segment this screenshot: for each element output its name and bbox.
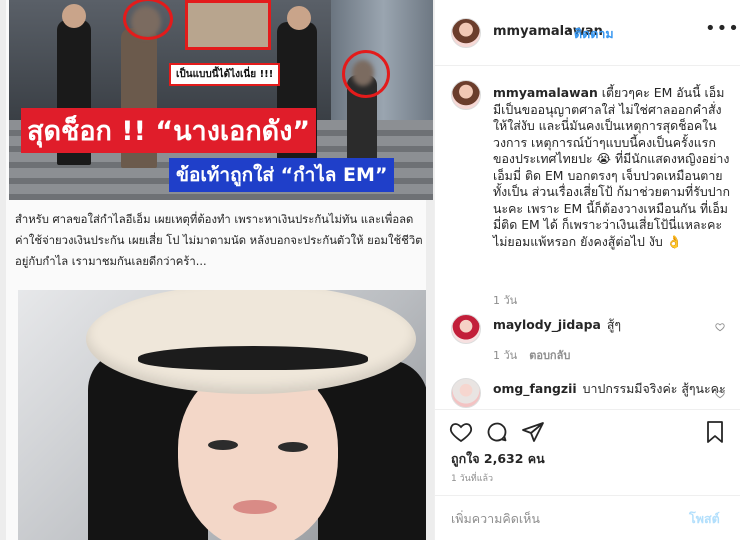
post-header: mmyamalawan • ติดตาม •••	[435, 0, 740, 66]
caption: mmyamalawan เตี้ยวๆคะ EM อันนี้ เอ็มมีเป…	[493, 85, 731, 250]
image-headline-blue: ข้อเท้าถูกใส่ “กำไล EM”	[169, 158, 395, 192]
comment-text: maylody_jidapa สู้ๆ	[493, 317, 622, 332]
comment-text: omg_fangzii บาปกรรมมีจริงค่ะ สู้ๆนะคะ	[493, 381, 726, 396]
comment-username[interactable]: maylody_jidapa	[493, 317, 601, 332]
comments-list[interactable]: mmyamalawan เตี้ยวๆคะ EM อันนี้ เอ็มมีเป…	[435, 66, 740, 409]
avatar[interactable]	[451, 378, 481, 408]
comment-input[interactable]	[451, 508, 681, 528]
comment-time: 1 วัน	[493, 349, 518, 362]
inset-ankle-photo	[185, 0, 271, 50]
image-small-caption: เป็นแบบนี้ได้ไงเนี่ย !!!	[169, 63, 281, 86]
caption-time: 1 วัน	[493, 294, 518, 307]
post-sidebar: mmyamalawan • ติดตาม ••• mmyamalawan เตี…	[434, 0, 740, 540]
add-comment-bar: โพสต์	[435, 495, 740, 540]
heart-icon[interactable]	[715, 389, 725, 399]
avatar[interactable]	[451, 18, 481, 48]
caption-text: เตี้ยวๆคะ EM อันนี้ เอ็มมีเป็นขออนุญาตศา…	[493, 85, 731, 249]
post-comment-button[interactable]: โพสต์	[689, 509, 720, 529]
bookmark-icon[interactable]	[703, 420, 727, 444]
comment-meta: 1 วัน ตอบกลับ	[493, 346, 570, 364]
separator: •	[566, 24, 574, 38]
post-media-panel: เป็นแบบนี้ได้ไงเนี่ย !!! สุดช็อก !! “นาง…	[0, 0, 434, 540]
portrait-photo	[18, 290, 426, 540]
comment-username[interactable]: omg_fangzii	[493, 381, 577, 396]
caption-username[interactable]: mmyamalawan	[493, 85, 598, 100]
avatar[interactable]	[451, 314, 481, 344]
avatar[interactable]	[451, 80, 481, 110]
heart-icon[interactable]	[715, 322, 725, 332]
follow-button[interactable]: ติดตาม	[574, 24, 614, 44]
highlight-circle	[342, 50, 390, 98]
action-bar: ถูกใจ 2,632 คน 1 วันที่แล้ว	[435, 409, 740, 509]
post-image[interactable]: เป็นแบบนี้ได้ไงเนี่ย !!! สุดช็อก !! “นาง…	[6, 0, 433, 540]
news-photo: เป็นแบบนี้ได้ไงเนี่ย !!! สุดช็อก !! “นาง…	[9, 0, 433, 200]
article-text: สำหรับ ศาลขอใส่กำไลอีเอ็ม เผยเหตุที่ต้อง…	[15, 213, 423, 268]
comment-icon[interactable]	[485, 420, 509, 444]
heart-icon[interactable]	[449, 420, 473, 444]
likes-count[interactable]: ถูกใจ 2,632 คน	[451, 449, 545, 469]
image-headline-red: สุดช็อก !! “นางเอกดัง”	[21, 108, 317, 153]
more-horizontal-icon[interactable]: •••	[705, 20, 740, 38]
reply-button[interactable]: ตอบกลับ	[529, 349, 570, 362]
post-timestamp[interactable]: 1 วันที่แล้ว	[451, 471, 493, 485]
share-icon[interactable]	[521, 420, 545, 444]
